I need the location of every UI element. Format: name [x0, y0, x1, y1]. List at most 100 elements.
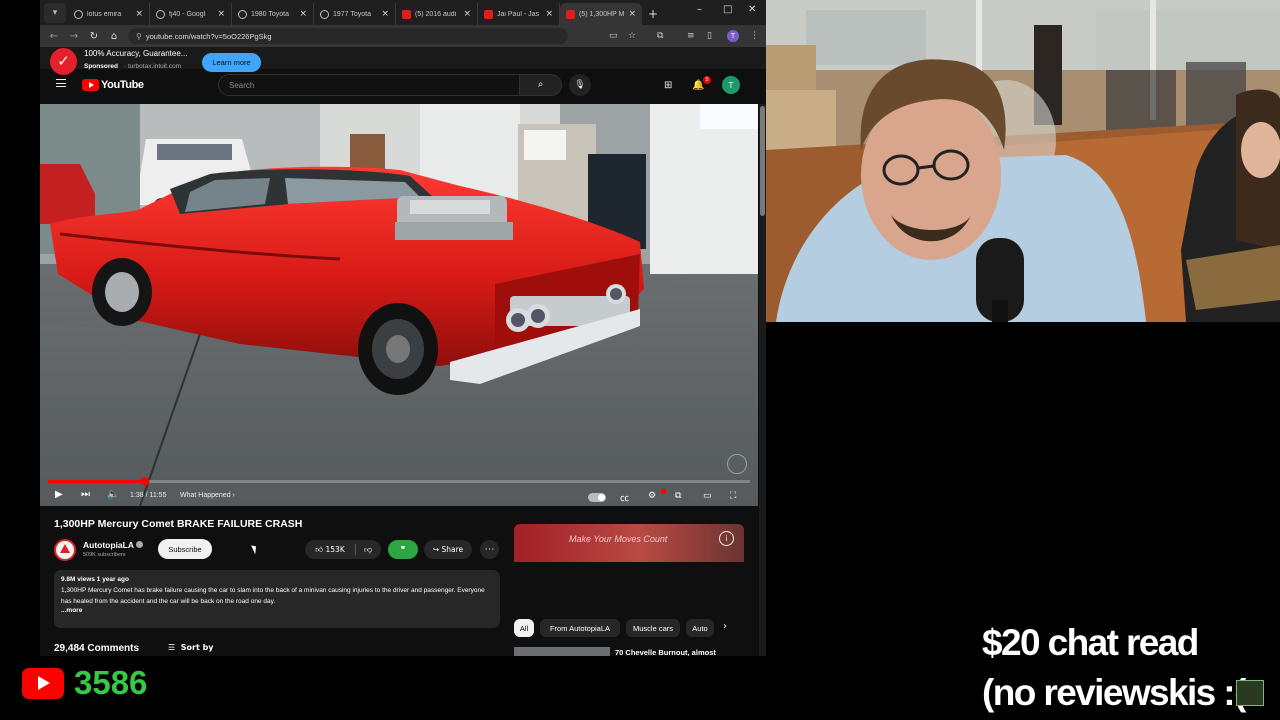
- close-icon[interactable]: ×: [217, 9, 225, 19]
- close-icon[interactable]: ×: [545, 9, 553, 19]
- play-icon[interactable]: ▶: [55, 489, 63, 500]
- chapter-arrow-icon: ›: [232, 492, 235, 499]
- window-close-icon[interactable]: ✕: [748, 4, 756, 15]
- thumbs-down-icon: 👎︎: [363, 544, 373, 554]
- settings-gear-icon[interactable]: ⚙: [648, 491, 656, 501]
- sort-icon: ☰: [168, 643, 176, 652]
- subscribe-button[interactable]: Subscribe: [158, 539, 212, 559]
- ad-banner-text: Make Your Moves Count: [569, 534, 668, 544]
- google-icon: [320, 9, 329, 19]
- tab-fj40[interactable]: fj40 - Googl ×: [150, 3, 232, 25]
- channel-name[interactable]: AutotopiaLA: [83, 540, 134, 550]
- tab-jai-paul[interactable]: Jai Paul - Jas ×: [478, 3, 560, 25]
- dislike-button[interactable]: 👎︎: [356, 540, 380, 559]
- voice-search-icon[interactable]: 🎙: [569, 74, 591, 96]
- back-icon[interactable]: ←: [44, 31, 64, 42]
- chip-muscle-cars[interactable]: Muscle cars: [626, 619, 680, 637]
- tab-lotus-emira[interactable]: lotus emira ×: [68, 3, 150, 25]
- close-icon[interactable]: ×: [135, 9, 143, 19]
- recommendation-thumbnail[interactable]: [514, 647, 610, 656]
- tab-title: lotus emira: [87, 10, 122, 18]
- media-control-icon[interactable]: ≡: [687, 31, 695, 41]
- recommendation-title[interactable]: 70 Chevelle Burnout, almost: [615, 648, 716, 656]
- sort-label: Sort by: [180, 643, 214, 652]
- ad-info-icon[interactable]: i: [719, 531, 734, 546]
- hd-badge: [661, 489, 666, 494]
- close-icon[interactable]: ×: [628, 9, 636, 19]
- subtitles-icon[interactable]: ㏄: [620, 491, 629, 504]
- video-player[interactable]: ▶ ⏭ 🔈 1:38 / 11:55 What Happened › ㏄ ⚙ ⧉…: [40, 104, 758, 506]
- youtube-logo-text[interactable]: YouTube: [101, 79, 144, 91]
- like-count: 153K: [325, 545, 345, 554]
- maximize-icon[interactable]: □: [723, 4, 732, 15]
- youtube-logo-icon[interactable]: [82, 79, 99, 91]
- youtube-icon: [566, 9, 575, 19]
- thanks-button[interactable]: ❞: [388, 540, 418, 559]
- like-button[interactable]: 👍︎ 153K: [305, 540, 355, 559]
- browser-menu-icon[interactable]: ⋮: [750, 31, 759, 41]
- share-button[interactable]: ↪ Share: [424, 540, 472, 559]
- tab-1977-toyota[interactable]: 1977 Toyota ×: [314, 3, 396, 25]
- tab-search-button[interactable]: ▾: [44, 3, 66, 23]
- hamburger-menu-icon[interactable]: [56, 79, 66, 87]
- create-icon[interactable]: ⊞: [664, 80, 672, 91]
- description-box[interactable]: 9.8M views 1 year ago 1,300HP Mercury Co…: [54, 570, 500, 628]
- search-button[interactable]: ⌕: [520, 74, 562, 96]
- progress-bar[interactable]: [48, 477, 750, 486]
- viewer-count: 3586: [74, 664, 148, 701]
- side-panel-icon[interactable]: ▯: [707, 31, 712, 41]
- close-icon[interactable]: ×: [381, 9, 389, 19]
- sort-comments-button[interactable]: ☰ Sort by: [168, 643, 214, 652]
- chip-all[interactable]: All: [514, 619, 534, 637]
- tab-title: 1977 Toyota: [333, 10, 372, 18]
- tab-title: Jai Paul - Jas: [497, 10, 540, 18]
- theater-mode-icon[interactable]: ▭: [703, 491, 712, 501]
- cast-icon[interactable]: ▭: [609, 31, 618, 41]
- channel-watermark-icon[interactable]: [727, 454, 747, 474]
- webcam-feed: [766, 0, 1280, 322]
- address-bar[interactable]: ⚲ youtube.com/watch?v=5oO226PgSkg: [128, 28, 568, 44]
- chip-auto[interactable]: Auto: [686, 619, 714, 637]
- ad-headline[interactable]: 100% Accuracy, Guarantee...: [84, 49, 196, 58]
- reload-icon[interactable]: ↻: [84, 31, 104, 42]
- description-text: 1,300HP Mercury Comet has brake failure …: [61, 587, 485, 605]
- tab-active-video[interactable]: (5) 1,300HP M ×: [560, 3, 642, 25]
- minimize-icon[interactable]: –: [697, 4, 702, 15]
- next-video-icon[interactable]: ⏭: [81, 489, 90, 500]
- show-more-link[interactable]: ...more: [61, 607, 493, 614]
- tab-1980-toyota[interactable]: 1980 Toyota ×: [232, 3, 314, 25]
- more-actions-button[interactable]: ⋯: [480, 540, 499, 559]
- channel-avatar[interactable]: [54, 539, 76, 561]
- home-icon[interactable]: ⌂: [104, 31, 124, 42]
- autoplay-toggle[interactable]: [588, 493, 606, 502]
- notification-count-badge: 5: [703, 76, 711, 84]
- ad-body: [514, 562, 744, 604]
- chip-from-channel[interactable]: From AutotopiaLA: [540, 619, 620, 637]
- volume-icon[interactable]: 🔈: [107, 489, 119, 500]
- new-tab-button[interactable]: +: [648, 7, 658, 21]
- share-icon: ↪: [432, 545, 440, 554]
- bookmark-star-icon[interactable]: ☆: [628, 31, 636, 41]
- progress-bar-played: [48, 480, 145, 483]
- ad-domain: · turbotax.intuit.com: [124, 63, 182, 70]
- webcam-scene: [766, 0, 1280, 322]
- chapter-title[interactable]: What Happened ›: [180, 492, 235, 499]
- tab-title: 1980 Toyota: [251, 10, 290, 18]
- site-info-icon[interactable]: ⚲: [136, 32, 142, 41]
- miniplayer-icon[interactable]: ⧉: [675, 491, 681, 501]
- tab-2016-audi[interactable]: (5) 2016 audi ×: [396, 3, 478, 25]
- view-count-date: 9.8M views 1 year ago: [61, 576, 129, 583]
- account-avatar[interactable]: T: [722, 76, 740, 94]
- scrollbar-thumb[interactable]: [760, 106, 765, 216]
- sponsored-ad-card[interactable]: Make Your Moves Count i: [514, 524, 744, 604]
- close-icon[interactable]: ×: [463, 9, 471, 19]
- close-icon[interactable]: ×: [299, 9, 307, 19]
- search-input[interactable]: Search: [218, 74, 520, 96]
- youtube-icon: [484, 9, 493, 19]
- profile-avatar[interactable]: T: [727, 30, 739, 42]
- learn-more-button[interactable]: Learn more: [202, 53, 261, 72]
- forward-icon[interactable]: →: [64, 31, 84, 42]
- extensions-icon[interactable]: ⧉: [657, 31, 663, 41]
- chevron-right-icon[interactable]: ›: [723, 621, 727, 632]
- fullscreen-icon[interactable]: ⛶: [730, 491, 736, 501]
